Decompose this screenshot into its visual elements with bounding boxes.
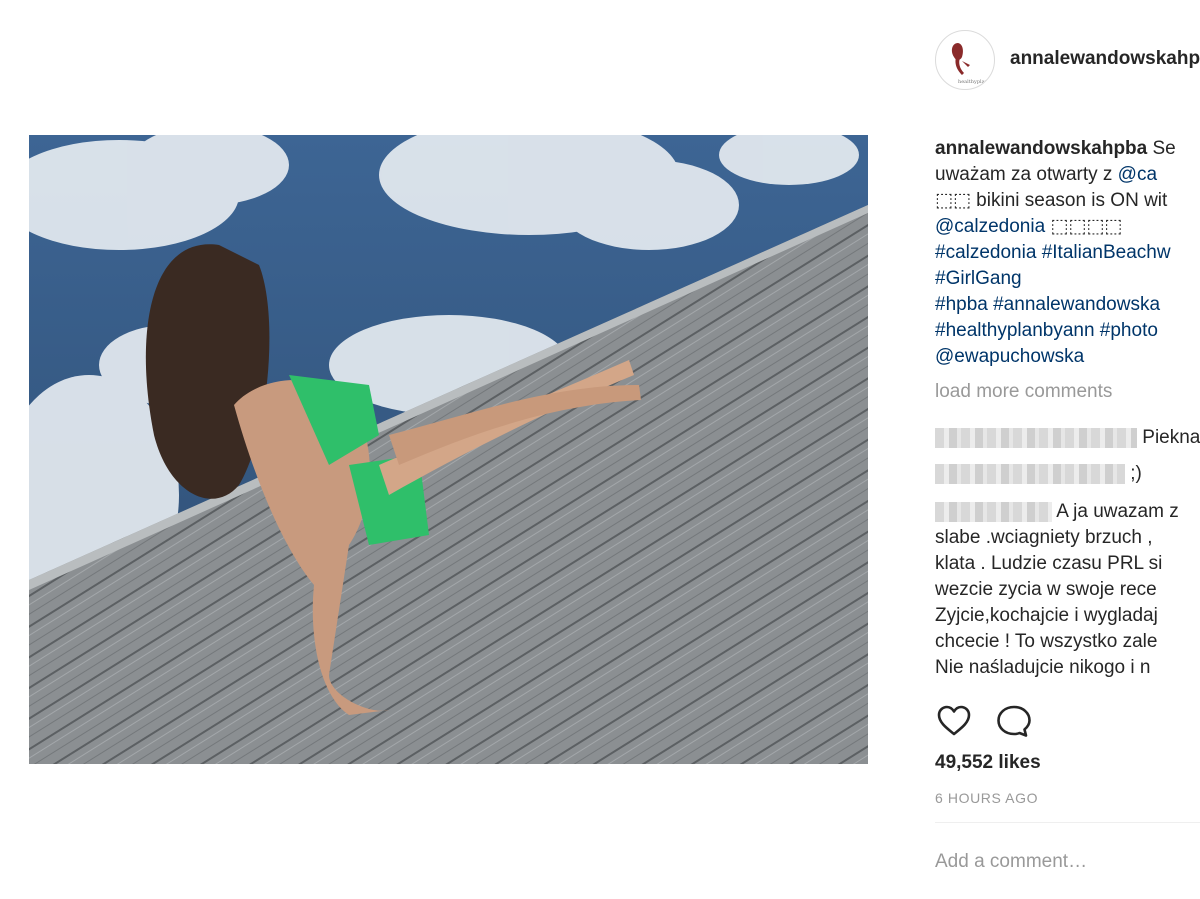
svg-text:healthyplan: healthyplan [958,79,989,85]
header-username[interactable]: annalewandowskahpba [1010,48,1200,70]
post-actions [935,703,1200,739]
caption-line: uważam za otwarty z @ca [935,162,1200,188]
caption-text: ⬚⬚ bikini season is ON wit [935,190,1168,211]
post-photo[interactable] [29,135,868,764]
comment-text: Piekna [1137,427,1200,448]
likes-count[interactable]: 49,552 likes [935,752,1041,774]
post-side-panel: healthyplan annalewandowskahpba annalewa… [935,0,1200,899]
comment-text: slabe .wciagniety brzuch , [935,527,1153,548]
comment-text: wezcie zycia w swoje rece [935,579,1157,600]
avatar-logo-icon: healthyplan [951,43,989,85]
comment-text: chcecie ! To wszystko zale [935,631,1158,652]
heart-icon[interactable] [935,703,973,739]
comment-text: A ja uwazam z [1052,501,1179,522]
caption-line: #GirlGang [935,266,1200,292]
avatar[interactable]: healthyplan [935,30,995,90]
hashtag-link[interactable]: #hpba #annalewandowska [935,294,1160,315]
caption-line: #hpba #annalewandowska [935,292,1200,318]
caption-line: #healthyplanbyann #photo [935,318,1200,344]
caption-text: uważam za otwarty z [935,164,1118,185]
mention-link[interactable]: @calzedonia [935,216,1045,237]
caption-username[interactable]: annalewandowskahpba [935,138,1147,159]
caption-text: ⬚⬚⬚⬚ [1045,216,1123,237]
blurred-username[interactable] [935,463,1125,484]
caption-text: Se [1147,138,1176,159]
blurred-username[interactable] [935,501,1052,522]
comment-text: Nie naśladujcie nikogo i n [935,657,1151,678]
post-timestamp: 6 HOURS AGO [935,790,1039,806]
mention-link[interactable]: @ewapuchowska [935,346,1084,367]
caption-line: ⬚⬚ bikini season is ON wit [935,188,1200,214]
add-comment-input[interactable] [935,848,1195,876]
divider [935,822,1200,823]
comment-text: Zyjcie,kochajcie i wygladaj [935,605,1158,626]
caption-line: @calzedonia ⬚⬚⬚⬚ [935,214,1200,240]
blurred-username[interactable] [935,427,1137,448]
caption-line: #calzedonia #ItalianBeachw [935,240,1200,266]
hashtag-link[interactable]: #healthyplanbyann #photo [935,320,1158,341]
comment-row: ;) [935,463,1142,485]
comment-bubble-icon[interactable] [995,703,1033,739]
caption-block: annalewandowskahpba Se uważam za otwarty… [935,136,1200,405]
hashtag-link[interactable]: #calzedonia #ItalianBeachw [935,242,1171,263]
comment-text: klata . Ludzie czasu PRL si [935,553,1163,574]
load-more-comments-link[interactable]: load more comments [935,379,1200,405]
comment-row: Piekna [935,427,1200,449]
post-image [29,135,868,764]
caption-line: annalewandowskahpba Se [935,136,1200,162]
hashtag-link[interactable]: #GirlGang [935,268,1022,289]
mention-link[interactable]: @ca [1118,164,1157,185]
comment-row: A ja uwazam z slabe .wciagniety brzuch ,… [935,499,1179,681]
post-header: healthyplan annalewandowskahpba [935,30,1200,90]
caption-line: @ewapuchowska [935,344,1200,370]
comment-text: ;) [1125,463,1142,484]
